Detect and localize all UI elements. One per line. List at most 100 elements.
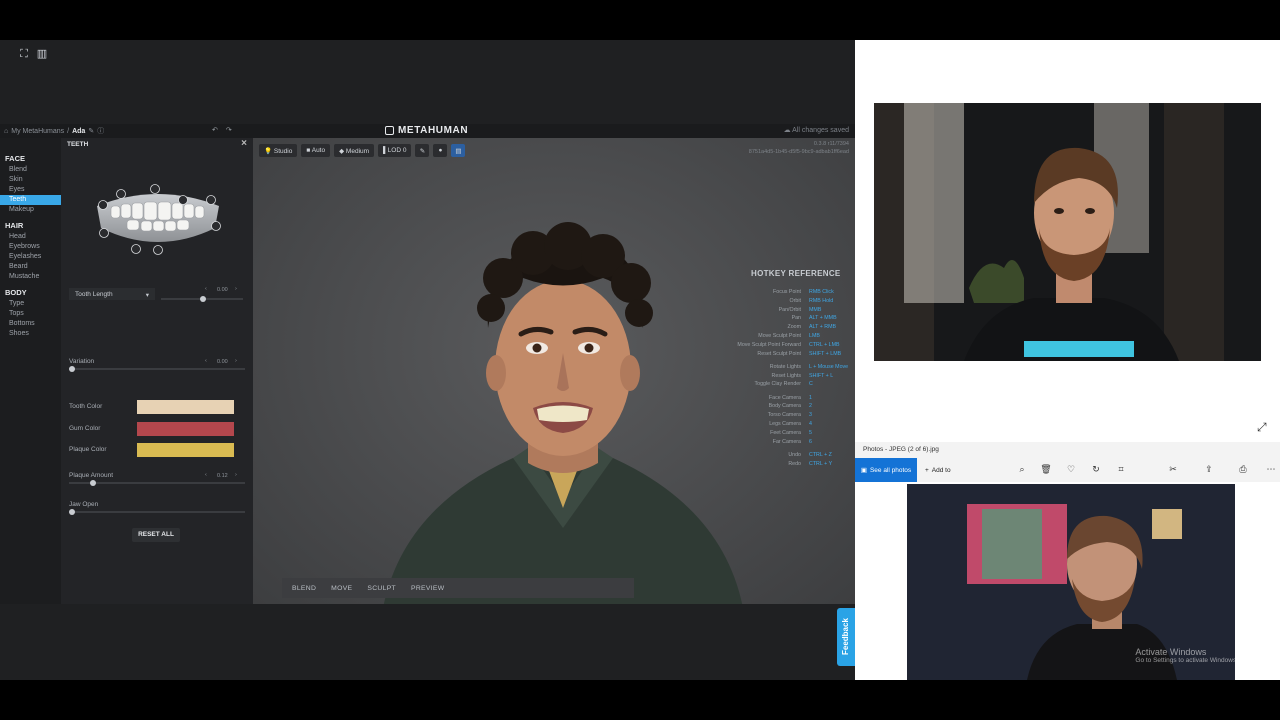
fullscreen-icon[interactable]: ⛶ — [18, 48, 30, 60]
reset-all-button[interactable]: RESET ALL — [132, 528, 180, 542]
share-icon[interactable]: ⇪ — [1203, 464, 1215, 475]
home-icon[interactable]: ⌂ — [4, 128, 8, 135]
lod-button[interactable]: ▌LOD 0 — [378, 144, 412, 157]
add-to-button[interactable]: + Add to — [925, 467, 951, 474]
hotkey-action: Move Sculpt Point — [758, 333, 801, 339]
sidebar-item-tops[interactable]: Tops — [0, 309, 61, 319]
grid-icon[interactable]: ▤ — [451, 144, 466, 157]
tab-sculpt[interactable]: SCULPT — [361, 585, 402, 592]
chevron-right-icon[interactable]: › — [235, 472, 237, 478]
brush-icon[interactable]: ✎ — [415, 144, 430, 157]
redo-icon[interactable]: ↷ — [226, 126, 232, 134]
sidebar-item-eyelashes[interactable]: Eyelashes — [0, 252, 61, 262]
hotkey-action: Legs Camera — [769, 421, 801, 427]
sidebar-item-blend[interactable]: Blend — [0, 165, 61, 175]
sidebar-item-shoes[interactable]: Shoes — [0, 329, 61, 339]
slider-knob[interactable] — [69, 509, 75, 515]
hotkey-action: Body Camera — [768, 403, 801, 410]
build-id: 8751a4d5-1b45-d5f5-9bc9-adbab1ff6ead — [748, 149, 849, 155]
breadcrumb-current: Ada — [72, 127, 86, 135]
edit-icon[interactable]: ✂ — [1167, 464, 1179, 475]
info-icon[interactable]: ⓘ — [97, 126, 104, 136]
sidebar-item-eyes[interactable]: Eyes — [0, 185, 61, 195]
nav-section-face: FACE — [5, 154, 26, 163]
tab-preview[interactable]: PREVIEW — [405, 585, 450, 592]
hotkey-keys: MMB — [809, 306, 822, 313]
edit-name-icon[interactable]: ✎ — [88, 127, 94, 135]
jaw-open-slider[interactable]: Jaw Open — [69, 501, 245, 515]
hotkey-action: Feet Camera — [770, 429, 801, 436]
hotkey-keys: 6 — [809, 438, 812, 445]
gallery-icon: ▣ — [860, 467, 867, 474]
chevron-left-icon[interactable]: ‹ — [205, 358, 207, 364]
tooth-color-swatch[interactable] — [137, 400, 234, 414]
hotkey-action: Reset Sculpt Point — [757, 350, 801, 357]
sidebar-item-head[interactable]: Head — [0, 232, 61, 242]
plaque-amount-slider[interactable]: Plaque Amount ‹ 0.12 › — [69, 472, 245, 486]
zoom-icon[interactable]: ⌕ — [1016, 464, 1028, 475]
chevron-left-icon[interactable]: ‹ — [205, 472, 207, 478]
hotkey-keys: 2 — [809, 403, 812, 410]
delete-icon[interactable]: 🗑 — [1040, 464, 1052, 475]
studio-lighting-button[interactable]: 💡 Studio — [259, 144, 298, 157]
see-all-label: See all photos — [869, 466, 912, 474]
sidebar-item-type[interactable]: Type — [0, 299, 61, 309]
activate-windows-watermark: Activate Windows Go to Settings to activ… — [1135, 647, 1238, 664]
slider-label: Plaque Amount — [69, 472, 114, 479]
hotkey-keys: ALT + RMB — [809, 324, 837, 331]
chevron-right-icon[interactable]: › — [235, 358, 237, 364]
breadcrumb-root[interactable]: My MetaHumans — [11, 128, 64, 135]
quality-button[interactable]: ◆ Medium — [334, 144, 375, 157]
feedback-button[interactable]: Feedback — [837, 608, 855, 666]
plus-icon: + — [925, 466, 929, 474]
auto-camera-button[interactable]: ■ Auto — [301, 144, 331, 157]
hotkey-keys: CTRL + Z — [809, 451, 832, 458]
variation-slider[interactable]: Variation ‹ 0.00 › — [69, 358, 245, 372]
plaque-color-swatch[interactable] — [137, 443, 234, 457]
hotkey-action: Orbit — [789, 297, 801, 304]
sidebar-item-beard[interactable]: Beard — [0, 262, 61, 272]
tab-move[interactable]: MOVE — [325, 585, 358, 592]
sidebar-item-makeup[interactable]: Makeup — [0, 205, 61, 215]
nav-section-body: BODY — [5, 288, 27, 297]
dropdown-label: Tooth Length — [75, 291, 113, 298]
crop-icon[interactable]: ⌗ — [1115, 464, 1127, 475]
gum-color-swatch[interactable] — [137, 422, 234, 436]
slider-label: Jaw Open — [69, 501, 99, 508]
sidebar-item-bottoms[interactable]: Bottoms — [0, 319, 61, 329]
favorite-icon[interactable]: ♡ — [1065, 464, 1077, 475]
studio-label: Studio — [273, 148, 293, 155]
sphere-icon[interactable]: ● — [433, 144, 448, 157]
stats-icon[interactable]: ▥ — [36, 48, 48, 60]
sidebar-item-eyebrows[interactable]: Eyebrows — [0, 242, 61, 252]
rotate-icon[interactable]: ↻ — [1090, 464, 1102, 475]
expand-icon[interactable]: ⤢ — [1257, 420, 1267, 435]
hotkey-action: Torso Camera — [767, 412, 801, 419]
close-icon[interactable]: × — [241, 138, 247, 149]
hotkey-keys: C — [809, 381, 813, 388]
metahuman-logo: METAHUMAN — [385, 125, 468, 136]
lod-label: LOD 0 — [387, 147, 407, 154]
tab-blend[interactable]: BLEND — [286, 585, 322, 592]
hotkey-action: Zoom — [787, 324, 801, 331]
chevron-left-icon[interactable]: ‹ — [205, 286, 207, 292]
chevron-right-icon[interactable]: › — [235, 286, 237, 292]
watermark-subtitle: Go to Settings to activate Windows. — [1135, 657, 1238, 664]
undo-icon[interactable]: ↶ — [212, 126, 218, 134]
build-info: 0.3.8 r11/7394 8751a4d5-1b45-d5f5-9bc9-a… — [749, 140, 849, 156]
teeth-preview[interactable] — [91, 178, 226, 258]
sidebar-item-skin[interactable]: Skin — [0, 175, 61, 185]
sidebar-item-teeth[interactable]: Teeth — [0, 195, 61, 205]
hotkey-action: Toggle Clay Render — [754, 381, 801, 388]
slider-knob[interactable] — [69, 366, 75, 372]
see-all-photos-button[interactable]: ▣ See all photos — [855, 458, 917, 482]
slider-knob[interactable] — [200, 296, 206, 302]
slider-knob[interactable] — [90, 480, 96, 486]
more-icon[interactable]: ⋯ — [1265, 464, 1277, 475]
print-icon[interactable]: ⎙ — [1237, 464, 1249, 475]
sidebar-item-mustache[interactable]: Mustache — [0, 272, 61, 282]
nav-section-hair: HAIR — [5, 221, 24, 230]
tooth-length-dropdown[interactable]: Tooth Length ▾ — [69, 288, 155, 300]
3d-viewport[interactable]: 💡 Studio ■ Auto ◆ Medium ▌LOD 0 ✎ ● ▤ 0.… — [253, 138, 855, 604]
logo-text: METAHUMAN — [398, 125, 469, 136]
